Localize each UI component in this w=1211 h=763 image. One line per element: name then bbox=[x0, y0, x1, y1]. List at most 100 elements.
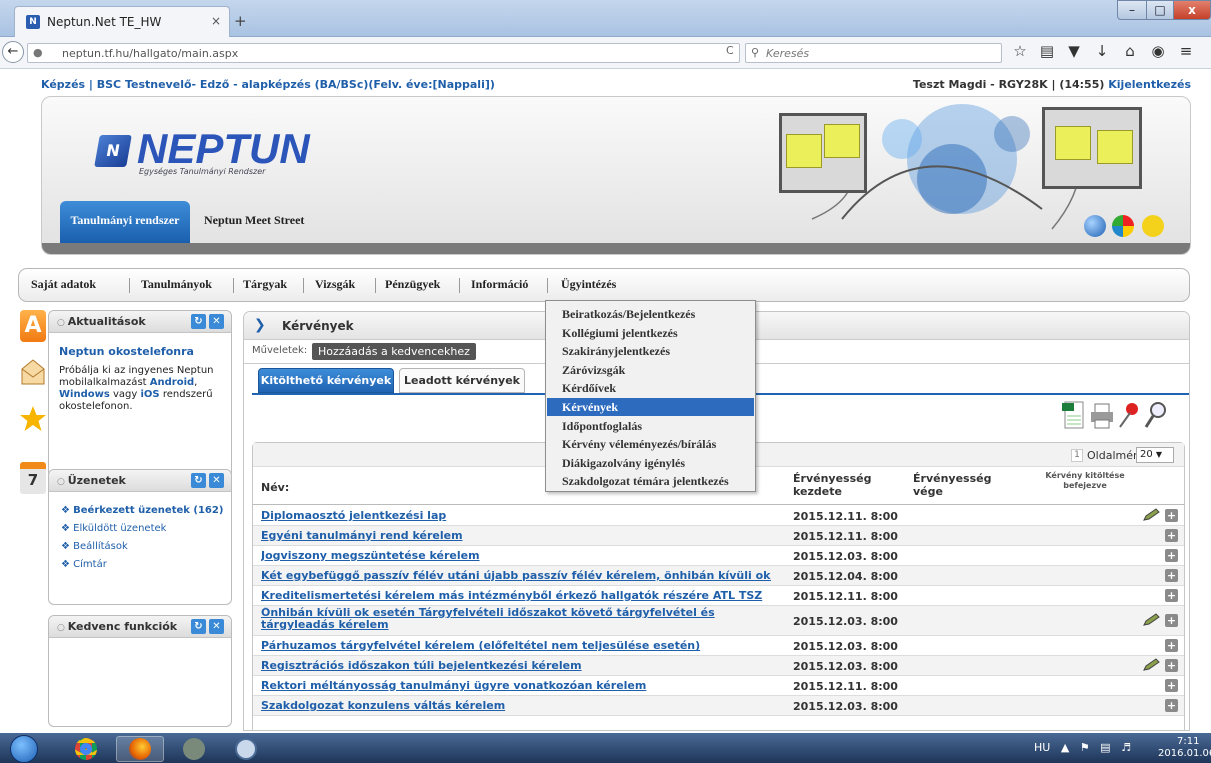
tray-up-icon[interactable]: ▲ bbox=[1061, 741, 1069, 754]
expand-plus-icon[interactable]: + bbox=[1165, 679, 1178, 692]
request-name-link[interactable]: Diplomaosztó jelentkezési lap bbox=[261, 509, 771, 522]
expand-plus-icon[interactable]: + bbox=[1165, 509, 1178, 522]
font-size-icon[interactable]: A bbox=[20, 310, 46, 342]
dropdown-item[interactable]: Kérdőívek bbox=[547, 379, 754, 397]
expand-plus-icon[interactable]: + bbox=[1165, 589, 1178, 602]
dropdown-item[interactable]: Időpontfoglalás bbox=[547, 417, 754, 435]
request-name-link[interactable]: Két egybefüggő passzív félév utáni újabb… bbox=[261, 569, 771, 582]
tab-neptun-meet-street[interactable]: Neptun Meet Street bbox=[204, 201, 304, 241]
print-icon[interactable] bbox=[1089, 400, 1115, 430]
dropdown-item[interactable]: Záróvizsgák bbox=[547, 361, 754, 379]
dropdown-item[interactable]: Kérvények bbox=[547, 398, 754, 416]
pin-icon[interactable] bbox=[1116, 400, 1142, 430]
news-item-title[interactable]: Neptun okostelefonra bbox=[59, 345, 194, 358]
request-name-link[interactable]: Egyéni tanulmányi rend kérelem bbox=[261, 529, 771, 542]
table-row[interactable]: Egyéni tanulmányi rend kérelem 2015.12.11… bbox=[253, 526, 1184, 546]
sent-messages-link[interactable]: Elküldött üzenetek bbox=[73, 523, 166, 534]
list-item[interactable]: ❖ Elküldött üzenetek bbox=[61, 520, 223, 538]
close-icon[interactable]: ✕ bbox=[209, 473, 224, 488]
close-icon[interactable]: ✕ bbox=[209, 314, 224, 329]
reload-button[interactable]: C bbox=[726, 44, 734, 57]
reading-list-icon[interactable]: ▤ bbox=[1037, 42, 1057, 60]
android-link[interactable]: Android bbox=[150, 377, 194, 388]
tab-submitted-requests[interactable]: Leadott kérvények bbox=[399, 368, 525, 393]
windows-link[interactable]: Windows bbox=[59, 389, 110, 400]
request-name-link[interactable]: Regisztrációs időszakon túli bejelentkez… bbox=[261, 659, 771, 672]
star-icon[interactable] bbox=[20, 404, 46, 436]
table-row[interactable]: Párhuzamos tárgyfelvétel kérelem (előfel… bbox=[253, 636, 1184, 656]
window-maximize-button[interactable]: □ bbox=[1146, 0, 1174, 20]
wacom-taskbar-icon[interactable] bbox=[170, 736, 218, 762]
excel-export-icon[interactable] bbox=[1061, 400, 1087, 430]
directory-link[interactable]: Címtár bbox=[73, 559, 107, 570]
expand-plus-icon[interactable]: + bbox=[1165, 639, 1178, 652]
dropdown-item[interactable]: Beiratkozás/Bejelentkezés bbox=[547, 305, 754, 323]
browser-tab[interactable]: N Neptun.Net TE_HW × bbox=[14, 6, 230, 37]
page-size-select[interactable]: 20 ▼ bbox=[1136, 447, 1174, 463]
request-name-link[interactable]: Önhibán kívüli ok esetén Tárgyfelvételi … bbox=[261, 607, 771, 631]
window-close-button[interactable]: x bbox=[1173, 0, 1211, 20]
request-name-link[interactable]: Kreditelismertetési kérelem más intézmén… bbox=[261, 589, 771, 602]
logout-link[interactable]: Kijelentkezés bbox=[1108, 78, 1191, 91]
chat-icon[interactable]: ◉ bbox=[1148, 42, 1168, 60]
list-item[interactable]: ❖ Beérkezett üzenetek (162) bbox=[61, 502, 223, 520]
new-tab-button[interactable]: + bbox=[234, 12, 247, 30]
menu-item-vizsgak[interactable]: Vizsgák bbox=[315, 277, 355, 292]
request-name-link[interactable]: Jogviszony megszüntetése kérelem bbox=[261, 549, 771, 562]
snipping-tool-taskbar-icon[interactable] bbox=[222, 736, 270, 762]
firefox-taskbar-icon[interactable] bbox=[116, 736, 164, 762]
expand-plus-icon[interactable]: + bbox=[1165, 699, 1178, 712]
menu-item-tanulmanyok[interactable]: Tanulmányok bbox=[141, 277, 212, 292]
request-name-link[interactable]: Szakdolgozat konzulens váltás kérelem bbox=[261, 699, 771, 712]
settings-link[interactable]: Beállítások bbox=[73, 541, 128, 552]
inbox-link[interactable]: Beérkezett üzenetek (162) bbox=[73, 505, 223, 516]
table-row[interactable]: Kreditelismertetési kérelem más intézmén… bbox=[253, 586, 1184, 606]
tab-tanulmanyi-rendszer[interactable]: Tanulmányi rendszer bbox=[60, 201, 190, 253]
pencil-icon[interactable] bbox=[1142, 613, 1160, 627]
list-item[interactable]: ❖ Címtár bbox=[61, 556, 223, 574]
menu-item-ugyintezes[interactable]: Ügyintézés bbox=[561, 277, 616, 292]
dropdown-item[interactable]: Szakirányjelentkezés bbox=[547, 342, 754, 360]
download-icon[interactable]: ↓ bbox=[1092, 42, 1112, 60]
bookmark-star-icon[interactable]: ☆ bbox=[1010, 42, 1030, 60]
home-icon[interactable]: ⌂ bbox=[1120, 42, 1140, 60]
table-row[interactable]: Szakdolgozat konzulens váltás kérelem 201… bbox=[253, 696, 1184, 716]
refresh-icon[interactable]: ↻ bbox=[191, 473, 206, 488]
tab-fillable-requests[interactable]: Kitölthető kérvények bbox=[258, 368, 394, 393]
network-icon[interactable]: ▤ bbox=[1100, 741, 1110, 754]
table-row[interactable]: Rektori méltányosság tanulmányi ügyre vo… bbox=[253, 676, 1184, 696]
column-header-completed[interactable]: Kérvény kitöltése befejezve bbox=[1035, 471, 1135, 491]
table-row[interactable]: Jogviszony megszüntetése kérelem 2015.12.… bbox=[253, 546, 1184, 566]
menu-item-sajat-adatok[interactable]: Saját adatok bbox=[31, 277, 96, 292]
chrome-taskbar-icon[interactable] bbox=[62, 736, 110, 762]
refresh-icon[interactable]: ↻ bbox=[191, 619, 206, 634]
menu-icon[interactable]: ≡ bbox=[1176, 42, 1196, 60]
window-minimize-button[interactable]: – bbox=[1117, 0, 1147, 20]
request-name-link[interactable]: Párhuzamos tárgyfelvétel kérelem (előfel… bbox=[261, 639, 771, 652]
expand-plus-icon[interactable]: + bbox=[1165, 659, 1178, 672]
magnifier-icon[interactable] bbox=[1143, 400, 1169, 430]
start-button-icon[interactable] bbox=[10, 735, 38, 763]
tab-close-button[interactable]: × bbox=[211, 14, 221, 28]
smiley-icon[interactable] bbox=[1142, 215, 1164, 237]
table-row[interactable]: Két egybefüggő passzív félév utáni újabb… bbox=[253, 566, 1184, 586]
dropdown-item[interactable]: Szakdolgozat témára jelentkezés bbox=[547, 472, 754, 490]
training-info[interactable]: Képzés | BSC Testnevelő- Edző - alapképz… bbox=[41, 78, 495, 91]
expand-plus-icon[interactable]: + bbox=[1165, 614, 1178, 627]
dropdown-item[interactable]: Kollégiumi jelentkezés bbox=[547, 324, 754, 342]
menu-item-targyak[interactable]: Tárgyak bbox=[243, 277, 287, 292]
menu-item-penzugyek[interactable]: Pénzügyek bbox=[385, 277, 440, 292]
table-row[interactable]: Önhibán kívüli ok esetén Tárgyfelvételi … bbox=[253, 606, 1184, 636]
column-header-name[interactable]: Név: bbox=[261, 481, 289, 494]
language-indicator[interactable]: HU bbox=[1034, 741, 1050, 754]
column-header-valid-to[interactable]: Érvényesség vége bbox=[913, 472, 1003, 498]
search-input[interactable]: ⚲ Keresés bbox=[745, 43, 1002, 63]
ios-link[interactable]: iOS bbox=[140, 389, 159, 400]
dropdown-item[interactable]: Kérvény véleményezés/bírálás bbox=[547, 435, 754, 453]
globe-icon[interactable] bbox=[1084, 215, 1106, 237]
action-center-flag-icon[interactable]: ⚑ bbox=[1080, 741, 1090, 754]
dropdown-item[interactable]: Diákigazolvány igénylés bbox=[547, 454, 754, 472]
column-header-valid-from[interactable]: Érvényesség kezdete bbox=[793, 472, 893, 498]
list-item[interactable]: ❖ Beállítások bbox=[61, 538, 223, 556]
calendar-icon[interactable]: 7 bbox=[20, 462, 46, 494]
